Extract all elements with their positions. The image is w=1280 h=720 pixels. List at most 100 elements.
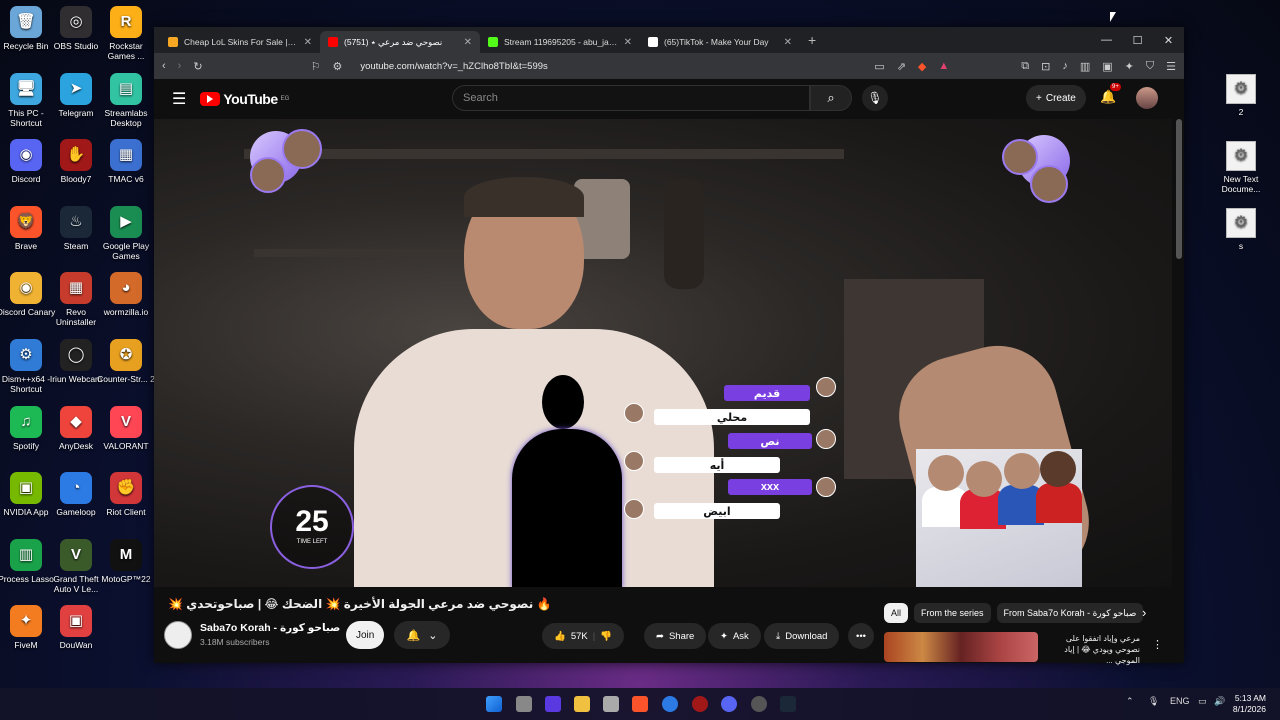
close-window-button[interactable]: ✕ (1153, 27, 1184, 53)
contestant-mini-avatar (816, 429, 836, 449)
close-tab-icon[interactable]: ✕ (784, 37, 792, 48)
menu-icon[interactable]: ☰ (1166, 60, 1176, 73)
app-icon: 🦁 (10, 205, 42, 238)
timer-label: TIME LEFT (296, 539, 328, 545)
players-card (916, 449, 1082, 587)
app-icon: ◆ (60, 405, 92, 438)
contestant-face-left (282, 129, 322, 169)
desktop-file-icon[interactable]: ⚙ s (1211, 208, 1271, 251)
leo-ai-icon[interactable]: ✦ (1125, 60, 1134, 73)
address-bar: ‹ › ↻ ⚐ ⚙ youtube.com/watch?v=_hZClho8Tb… (154, 53, 1184, 79)
desktop-icon[interactable]: M MotoGP™22 (96, 538, 156, 584)
page-scrollbar[interactable] (1176, 119, 1182, 259)
task-view-icon[interactable] (516, 696, 532, 712)
tray-chevron-up-icon[interactable]: ⌃ (1126, 696, 1134, 707)
bookmark-icon[interactable]: ⚐ (311, 60, 321, 73)
back-icon[interactable]: ‹ (162, 60, 166, 72)
network-icon[interactable]: ▭ (1198, 696, 1207, 707)
desktop-icon[interactable]: ▣ DouWan (46, 605, 106, 650)
store-icon[interactable] (603, 696, 619, 712)
app-icon: 🗑 (10, 6, 42, 38)
browser-tab[interactable]: (65)TikTok - Make Your Day ✕ (640, 31, 800, 53)
browser-window: Cheap LoL Skins For Sale | Buy Le✕نصوحي … (154, 27, 1184, 663)
share-icon[interactable]: ⇗ (897, 60, 906, 73)
vpn-icon[interactable]: ⛉ (1146, 60, 1154, 73)
site-info-icon[interactable]: ⚙ (332, 60, 342, 73)
close-tab-icon[interactable]: ✕ (304, 37, 312, 48)
notification-count-badge: 9+ (1110, 83, 1121, 91)
tab-title: Stream 119695205 - abu_jaradeh - K (504, 37, 618, 47)
youtube-wordmark: YouTube (223, 91, 278, 107)
contestant-mini-avatar (624, 451, 644, 471)
tray-mic-icon[interactable]: 🎙 (1148, 696, 1159, 707)
maximize-button[interactable]: ☐ (1122, 27, 1153, 53)
plus-icon: + (1036, 92, 1042, 104)
taskbar: ⌃ 🎙 ENG ▭ 🔊 5:13 AM 8/1/2026 (0, 688, 1280, 720)
app-icon: ▣ (10, 472, 42, 505)
desktop-icon[interactable]: ◕ wormzilla.io (96, 272, 156, 317)
search-input[interactable]: Search (452, 85, 810, 111)
desktop-icon[interactable]: ✊ Riot Client (96, 472, 156, 517)
cast-icon[interactable]: ▭ (874, 60, 884, 73)
browser-tab[interactable]: Stream 119695205 - abu_jaradeh - K ✕ (480, 31, 640, 53)
app-icon: ◉ (10, 139, 42, 172)
desktop-file-icon[interactable]: ⚙ New Text Docume... (1211, 141, 1271, 194)
browser-tab[interactable]: Cheap LoL Skins For Sale | Buy Le ✕ (160, 31, 320, 53)
desktop-icon[interactable]: V VALORANT (96, 405, 156, 451)
discord-taskbar-icon[interactable] (721, 696, 737, 712)
hamburger-menu-icon[interactable]: ☰ (172, 89, 186, 109)
steam-taskbar-icon[interactable] (780, 696, 796, 712)
bloody-taskbar-icon[interactable] (692, 696, 708, 712)
app-icon: R (110, 6, 142, 38)
desktop-icon[interactable]: ▶ Google Play Games (96, 205, 156, 261)
language-indicator[interactable]: ENG (1170, 696, 1190, 706)
reload-icon[interactable]: ↻ (193, 60, 202, 73)
copilot-icon[interactable] (545, 696, 561, 712)
search-icon: ⌕ (827, 90, 835, 105)
minimize-button[interactable]: — (1091, 27, 1122, 53)
start-menu-icon[interactable] (486, 696, 502, 712)
notifications-bell-icon[interactable]: 🔔 (1100, 89, 1116, 105)
desktop-icon[interactable]: ▦ TMAC v6 (96, 139, 156, 184)
obs-taskbar-icon[interactable] (751, 696, 767, 712)
desktop-icon-label: Google Play Games (102, 240, 150, 261)
forward-icon[interactable]: › (178, 60, 182, 72)
create-button[interactable]: + Create (1026, 85, 1086, 111)
brave-taskbar-icon[interactable] (632, 696, 648, 712)
app-icon: V (110, 405, 142, 438)
account-avatar[interactable] (1136, 87, 1158, 109)
system-clock[interactable]: 5:13 AM 8/1/2026 (1233, 693, 1266, 715)
close-tab-icon[interactable]: ✕ (624, 37, 632, 48)
new-tab-button[interactable]: + (808, 32, 816, 48)
desktop-file-label: s (1238, 241, 1244, 251)
desktop-icon[interactable]: ✪ Counter-Str... 2 (96, 339, 156, 384)
wallet-icon[interactable]: ▣ (1102, 60, 1112, 73)
brave-rewards-icon[interactable]: ▲ (938, 60, 949, 73)
url-field[interactable]: youtube.com/watch?v=_hZClho8TbI&t=599s (360, 61, 862, 72)
browser-tab[interactable]: نصوحي ضد مرعي ٭ (5751) ✕ (320, 31, 480, 53)
video-player[interactable]: قديم محلي نص أيه xxx ابيض 25 TIME LEFT (154, 119, 1172, 587)
contestant-mini-avatar (816, 377, 836, 397)
app-icon: ▥ (10, 538, 42, 571)
screenshot-icon[interactable]: ⊡ (1041, 60, 1050, 73)
background-shelf (244, 149, 844, 159)
close-tab-icon[interactable]: ✕ (464, 37, 472, 48)
media-icon[interactable]: ♪ (1062, 60, 1068, 73)
youtube-logo[interactable]: YouTube EG (200, 91, 289, 107)
app-icon: ◯ (60, 339, 92, 371)
brave-shields-icon[interactable]: ◆ (918, 60, 926, 73)
voice-search-button[interactable]: 🎙 (862, 85, 888, 111)
desktop-icon[interactable]: ▤ Streamlabs Desktop (96, 72, 156, 128)
volume-icon[interactable]: 🔊 (1214, 696, 1225, 707)
sidebar-icon[interactable]: ▥ (1080, 60, 1090, 73)
timer-value: 25 (295, 505, 329, 538)
file-explorer-icon[interactable] (574, 696, 590, 712)
extensions-icon[interactable]: ⧉ (1021, 60, 1029, 73)
desktop-icon-label: TMAC v6 (108, 174, 144, 185)
youtube-header: ☰ YouTube EG Search ⌕ 🎙 + Create 🔔 9+ (154, 79, 1184, 119)
app-icon: ✦ (10, 605, 42, 638)
desktop-icon[interactable]: R Rockstar Games ... (96, 6, 156, 61)
desktop-file-icon[interactable]: ⚙ 2 (1211, 74, 1271, 117)
gameloop-taskbar-icon[interactable] (662, 696, 678, 712)
search-button[interactable]: ⌕ (810, 85, 852, 111)
